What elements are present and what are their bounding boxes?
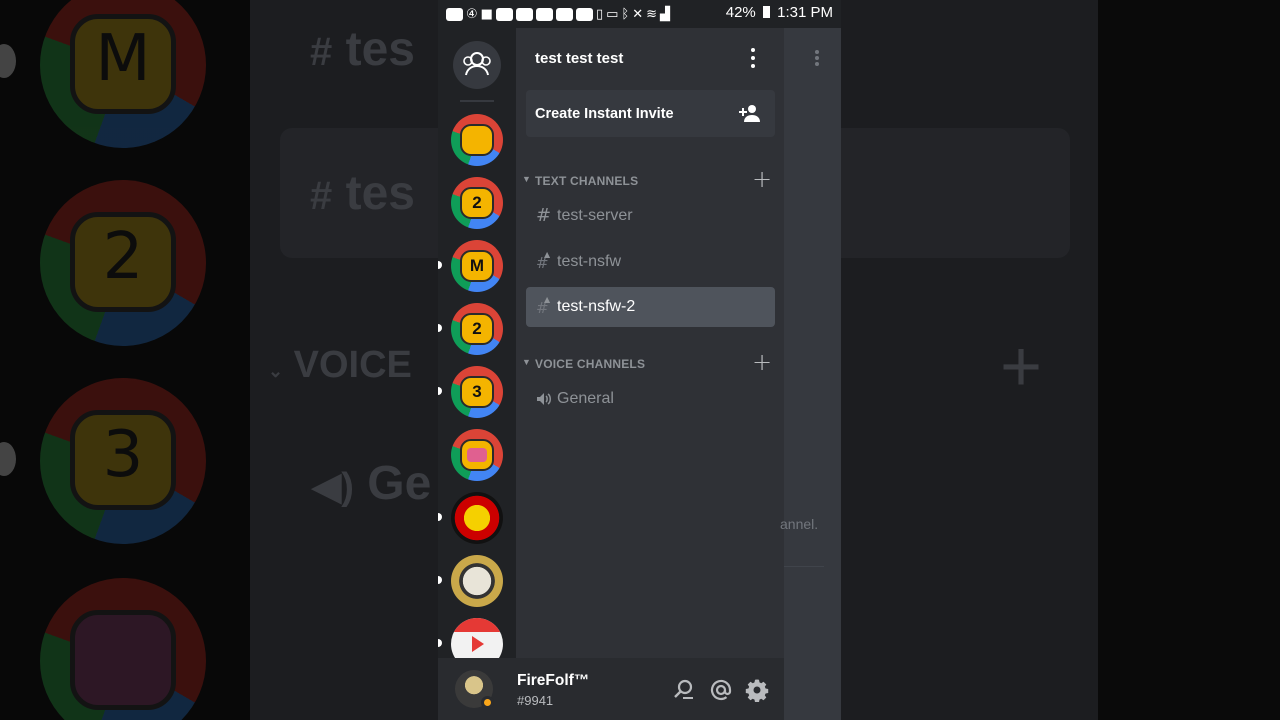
status-right: 42% 1:31 PM xyxy=(726,4,833,21)
ghost-plus-icon: + xyxy=(1000,327,1043,407)
notification-icon xyxy=(495,7,513,21)
speaker-icon xyxy=(537,393,551,405)
save-icon: ▯ xyxy=(595,6,604,22)
screen: M 2 3 # tes # tes ⌄ VOICE ◀) Ge + ④ ■ ▯ … xyxy=(0,0,1280,720)
server-menu-icon[interactable] xyxy=(746,48,760,68)
unread-indicator xyxy=(438,261,442,269)
signal-icon: ▟ xyxy=(660,6,671,22)
chat-menu-icon[interactable] xyxy=(815,50,819,66)
guild-rail: 2 M 2 3 xyxy=(438,28,516,670)
username: FireFolf™ xyxy=(517,672,590,689)
ghost-channel-text: # tes xyxy=(310,167,415,220)
add-channel-icon[interactable]: + xyxy=(752,165,772,193)
search-icon[interactable] xyxy=(672,678,696,702)
camera-icon: ■ xyxy=(480,6,493,22)
mention-icon[interactable] xyxy=(709,678,733,702)
unread-indicator xyxy=(438,324,442,332)
blurred-guild-icon: 2 xyxy=(40,180,206,346)
blurred-backdrop-left: M 2 3 xyxy=(0,0,250,720)
server-name: test test test xyxy=(535,50,624,67)
chevron-down-icon: ▼ xyxy=(522,357,531,367)
channel-test-server[interactable]: # test-server xyxy=(526,196,775,236)
youtube-icon xyxy=(515,7,533,21)
battery-icon xyxy=(762,6,770,18)
create-invite-button[interactable]: Create Instant Invite xyxy=(526,90,775,137)
gear-icon[interactable] xyxy=(745,678,769,702)
chat-peek-text: annel. xyxy=(780,516,819,532)
blurred-backdrop-right xyxy=(1098,0,1280,720)
blurred-guild-icon xyxy=(40,578,206,720)
user-discriminator: #9941 xyxy=(517,693,554,708)
cast-icon: ▭ xyxy=(606,6,619,22)
guild-icon[interactable]: 2 xyxy=(451,303,503,355)
guild-icon[interactable] xyxy=(451,492,503,544)
channel-general[interactable]: General xyxy=(526,379,775,419)
guild-icon[interactable] xyxy=(451,555,503,607)
channel-label: test-nsfw-2 xyxy=(557,298,636,315)
battery-percent: 42% xyxy=(725,4,756,21)
warning-icon: ▲ xyxy=(544,295,551,304)
channel-test-nsfw[interactable]: # ▲ test-nsfw xyxy=(526,242,775,282)
guild-icon[interactable] xyxy=(451,114,503,166)
guild-icon[interactable] xyxy=(451,429,503,481)
rail-separator xyxy=(460,100,494,102)
youtube-icon xyxy=(555,7,573,21)
notification-icon xyxy=(446,7,463,21)
channel-label: General xyxy=(557,390,614,407)
blurred-guild-icon: 3 xyxy=(40,378,206,544)
guild-icon[interactable]: 2 xyxy=(451,177,503,229)
channel-pane: test test test Create Instant Invite ▼ T… xyxy=(516,28,784,658)
unread-indicator xyxy=(438,576,442,584)
hash-icon: # xyxy=(536,205,552,226)
divider xyxy=(784,566,824,567)
friends-icon xyxy=(463,52,491,76)
voice-channels-category[interactable]: ▼ VOICE CHANNELS + xyxy=(516,348,784,376)
status-bar: ④ ■ ▯ ▭ ᛒ ✕ ≋ ▟ 42% 1:31 PM xyxy=(438,0,841,28)
add-channel-icon[interactable]: + xyxy=(752,348,772,376)
channel-test-nsfw-2[interactable]: # ▲ test-nsfw-2 xyxy=(526,287,775,327)
user-bar: FireFolf™ #9941 xyxy=(438,658,784,720)
blurred-edge-dot xyxy=(0,44,16,78)
status-icons: ④ ■ ▯ ▭ ᛒ ✕ ≋ ▟ xyxy=(446,7,670,22)
avatar[interactable] xyxy=(455,670,494,709)
guild-icon[interactable]: 3 xyxy=(451,366,503,418)
channel-label: test-server xyxy=(557,207,633,224)
youtube-icon xyxy=(575,7,593,21)
guild-icon[interactable]: M xyxy=(451,240,503,292)
chevron-down-icon: ▼ xyxy=(522,174,531,184)
warning-icon: ▲ xyxy=(544,250,551,259)
blurred-guild-icon: M xyxy=(40,0,206,148)
ghost-channel-text: # tes xyxy=(310,23,415,76)
create-invite-label: Create Instant Invite xyxy=(535,106,674,122)
ghost-category-text: ⌄ VOICE xyxy=(268,344,412,386)
mute-icon: ✕ xyxy=(632,6,644,22)
channel-label: test-nsfw xyxy=(557,253,622,270)
home-button[interactable] xyxy=(453,41,501,89)
youtube-icon xyxy=(535,7,553,21)
phone-screen: ④ ■ ▯ ▭ ᛒ ✕ ≋ ▟ 42% 1:31 PM 2 M 2 3 test… xyxy=(438,0,841,720)
wifi-icon: ≋ xyxy=(646,6,658,22)
category-label: VOICE CHANNELS xyxy=(535,357,646,371)
ghost-voice-text: ◀) Ge xyxy=(312,457,432,510)
clock: 1:31 PM xyxy=(777,4,833,21)
server-header[interactable]: test test test xyxy=(516,28,784,86)
category-label: TEXT CHANNELS xyxy=(535,174,639,188)
unread-indicator xyxy=(438,513,442,521)
unread-indicator xyxy=(438,387,442,395)
chat-peek[interactable]: annel. xyxy=(780,28,841,720)
text-channels-category[interactable]: ▼ TEXT CHANNELS + xyxy=(516,165,784,193)
unread-indicator xyxy=(438,639,442,647)
notification-icon: ④ xyxy=(466,6,478,22)
idle-status-icon xyxy=(481,696,494,709)
blurred-edge-dot xyxy=(0,442,16,476)
bluetooth-icon: ᛒ xyxy=(621,6,630,22)
add-user-icon xyxy=(739,105,760,122)
